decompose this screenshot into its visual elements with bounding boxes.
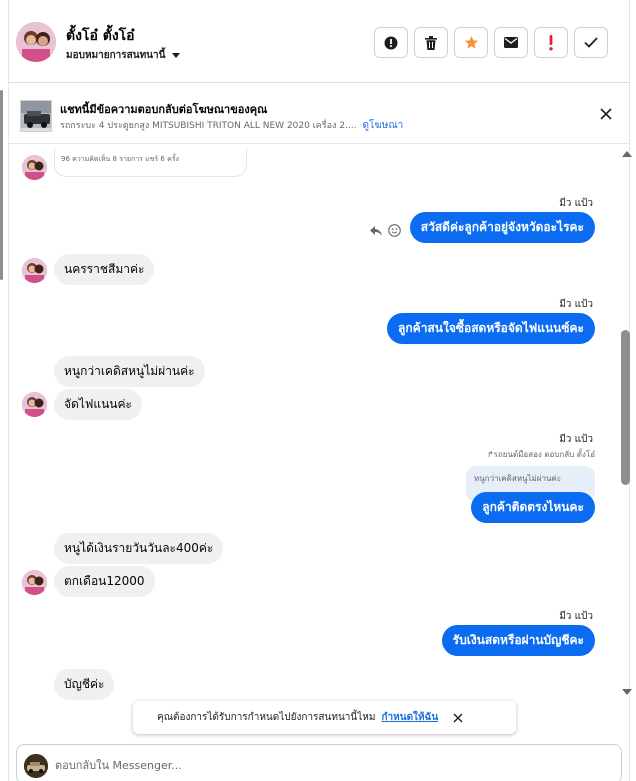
page-avatar: [24, 754, 48, 778]
sender-name: มีว แป้ว: [559, 299, 593, 310]
reply-arrow-small-icon: ↱: [486, 450, 494, 459]
incoming-message[interactable]: ตกเดือน12000: [54, 566, 155, 597]
ad-banner-title: แชทนี้มีข้อความตอบกลับต่อโฆษณาของคุณ: [60, 103, 268, 116]
delete-button[interactable]: [414, 27, 448, 58]
message-input[interactable]: [55, 754, 595, 776]
incoming-message[interactable]: บัญชีค่ะ: [54, 669, 115, 700]
assign-prompt-toast: คุณต้องการได้รับการกำหนดไปยังการสนทนานี้…: [133, 701, 516, 734]
ad-banner-subtitle: รถกระบะ 4 ประตูยกสูง MITSUBISHI TRITON A…: [60, 118, 403, 133]
reply-context: ↱รถยนต์มือสอง ตอบกลับ ตั้งโอ๋: [487, 448, 595, 461]
trash-icon: [425, 35, 437, 50]
post-stats-text: 96 ความคิดเห็น 8 รายการ แชร์ 6 ครั้ง: [61, 155, 179, 163]
header-actions: [374, 27, 608, 58]
outgoing-message[interactable]: รับเงินสดหรือผ่านบัญชีคะ: [441, 625, 595, 656]
assign-prompt-text: คุณต้องการได้รับการกำหนดไปยังการสนทนานี้…: [157, 712, 376, 723]
contact-avatar-small[interactable]: [22, 258, 47, 283]
incoming-message[interactable]: นครราชสีมาค่ะ: [54, 254, 155, 285]
mark-unread-button[interactable]: [494, 27, 528, 58]
reply-composer: [16, 744, 622, 781]
contact-avatar-small[interactable]: [22, 570, 47, 595]
incoming-message[interactable]: หนูได้เงินรายวันวันละ400ค่ะ: [54, 533, 224, 564]
message-hover-actions: [370, 224, 401, 237]
reply-context-text: รถยนต์มือสอง ตอบกลับ ตั้งโอ๋: [493, 450, 595, 459]
left-panel-scrollbar[interactable]: [0, 90, 3, 280]
alert-circle-icon: [384, 36, 398, 49]
contact-avatar-small[interactable]: [22, 155, 47, 180]
envelope-icon: [504, 37, 518, 48]
exclamation-icon: [549, 34, 553, 50]
emoji-reaction-icon[interactable]: [388, 224, 401, 237]
outgoing-message[interactable]: ลูกค้าติดตรงไหนคะ: [471, 492, 595, 523]
sender-name: มีว แป้ว: [559, 611, 593, 622]
caret-down-icon: [172, 53, 181, 58]
ad-thumbnail[interactable]: [20, 100, 52, 132]
view-ad-link[interactable]: ดูโฆษณา: [362, 120, 403, 131]
contact-name[interactable]: ตั้งโอ๋ ตั้งโอ๋: [66, 25, 135, 47]
conversation-header: ตั้งโอ๋ ตั้งโอ๋ มอบหมายการสนทนานี้: [8, 0, 630, 83]
message-scrollbar-thumb[interactable]: [621, 330, 630, 485]
sender-name: มีว แป้ว: [559, 198, 593, 209]
incoming-message[interactable]: จัดไฟแนนค่ะ: [54, 389, 142, 420]
sender-name: มีว แป้ว: [559, 434, 593, 445]
follow-up-button[interactable]: [534, 27, 568, 58]
spam-report-button[interactable]: [374, 27, 408, 58]
contact-avatar[interactable]: [16, 22, 56, 62]
close-icon[interactable]: [452, 712, 464, 724]
check-icon: [584, 37, 598, 48]
close-icon[interactable]: [598, 106, 614, 122]
outgoing-message[interactable]: สวัสดีค่ะลูกค้าอยู่จังหวัดอะไรคะ: [409, 212, 595, 243]
scroll-up-arrow-icon[interactable]: [622, 151, 632, 157]
star-button[interactable]: [454, 27, 488, 58]
ad-description: รถกระบะ 4 ประตูยกสูง MITSUBISHI TRITON A…: [60, 121, 357, 131]
assign-conversation-dropdown[interactable]: มอบหมายการสนทนานี้: [66, 48, 181, 63]
star-icon: [464, 35, 478, 49]
shared-post-card[interactable]: 96 ความคิดเห็น 8 รายการ แชร์ 6 ครั้ง: [54, 148, 247, 177]
outgoing-message[interactable]: ลูกค้าสนใจซื้อสดหรือจัดไฟแนนซ์คะ: [387, 313, 595, 344]
assign-label: มอบหมายการสนทนานี้: [66, 50, 166, 61]
assign-to-me-link[interactable]: กำหนดให้ฉัน: [381, 710, 438, 725]
contact-avatar-small[interactable]: [22, 392, 47, 417]
incoming-message[interactable]: หนูกว่าเคดิสหนูไม่ผ่านค่ะ: [54, 356, 205, 387]
ad-reply-banner: แชทนี้มีข้อความตอบกลับต่อโฆษณาของคุณ รถก…: [8, 84, 630, 144]
scroll-down-arrow-icon[interactable]: [622, 689, 632, 695]
reply-arrow-icon[interactable]: [370, 225, 382, 236]
mark-done-button[interactable]: [574, 27, 608, 58]
